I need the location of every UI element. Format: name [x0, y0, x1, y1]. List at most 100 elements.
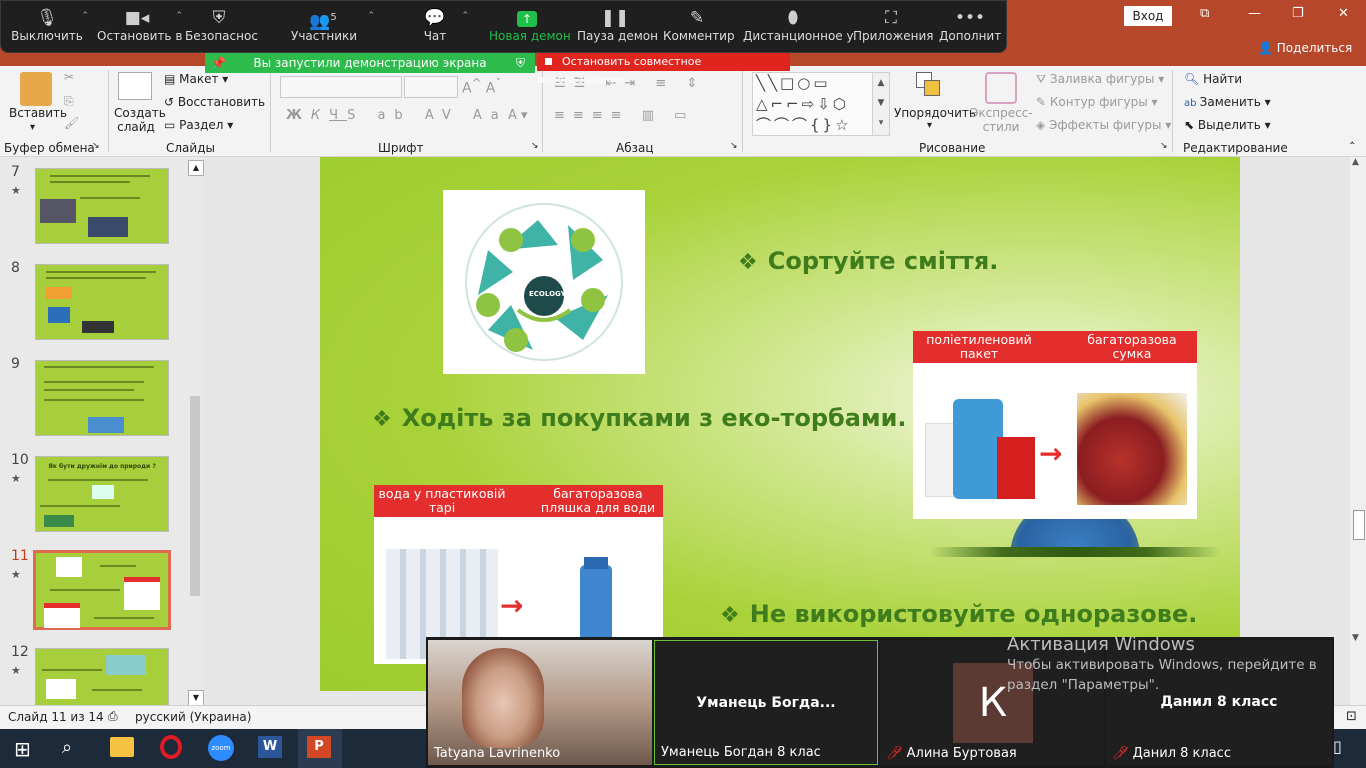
chevron-up-icon[interactable]: ⌃: [175, 11, 183, 21]
spellcheck-icon[interactable]: ⎙: [108, 709, 118, 724]
windows-start-icon[interactable]: ⊞: [14, 737, 31, 761]
font-grow-icon[interactable]: A^ Aˇ: [462, 76, 501, 97]
search-icon[interactable]: ⌕: [62, 737, 72, 758]
thumbnail-image: [106, 655, 146, 675]
scroll-down-icon[interactable]: ▼: [1352, 633, 1359, 643]
fit-to-window-icon[interactable]: ⊡: [1346, 709, 1357, 724]
shapes-gallery-scroll[interactable]: ▲ ▼ ▾: [872, 72, 890, 136]
cut-icon[interactable]: ✂: [64, 70, 74, 84]
stop-share-button[interactable]: Остановить совместное использование: [537, 53, 790, 86]
select-button[interactable]: ⬉ Выделить ▾: [1184, 118, 1271, 132]
scrollbar-thumb[interactable]: [190, 396, 200, 596]
microphone-icon: 🎙: [36, 8, 58, 28]
arrange-button[interactable]: Упорядочить: [894, 106, 976, 120]
font-family-select[interactable]: [280, 76, 402, 98]
security-button[interactable]: ⛨ Безопаснос: [185, 5, 258, 49]
slide-thumbnail-8[interactable]: [35, 264, 169, 340]
ribbon-display-icon[interactable]: ⧉: [1200, 6, 1209, 21]
find-button[interactable]: 🔍︎ Найти: [1184, 72, 1242, 86]
new-slide-button[interactable]: Создать слайд: [114, 106, 166, 134]
paste-button[interactable]: Вставить: [9, 106, 67, 120]
font-size-select[interactable]: [404, 76, 458, 98]
slide-canvas[interactable]: ECOLOGY ❖ Сортуйте сміття. ❖ Ходіть за пок…: [320, 157, 1240, 691]
chevron-up-icon[interactable]: ⌃: [461, 11, 469, 21]
annotate-button[interactable]: ✎ Комментир: [663, 5, 735, 49]
chevron-down-icon[interactable]: ▾: [30, 122, 35, 133]
font-color-icon[interactable]: A ▾: [508, 108, 528, 123]
chevron-up-icon[interactable]: ⌃: [367, 11, 375, 21]
dialog-launcher-icon[interactable]: ↘: [1160, 141, 1168, 151]
slide-thumbnail-12[interactable]: [35, 648, 169, 705]
chevron-up-icon[interactable]: ⌃: [81, 11, 89, 21]
thumbnail-scrollbar[interactable]: ▲ ▼: [188, 160, 204, 706]
opera-icon[interactable]: [160, 735, 182, 759]
close-icon[interactable]: ✕: [1338, 6, 1349, 21]
zoom-app-icon[interactable]: zoom: [208, 735, 234, 761]
video-tile-tatyana[interactable]: Tatyana Lavrinenko: [428, 640, 652, 765]
align-buttons[interactable]: ≡≡≡≡ ▥ ▭: [554, 108, 694, 123]
scrollbar-thumb[interactable]: [1353, 510, 1365, 540]
reusable-bag-photo: [1077, 393, 1187, 505]
reset-button[interactable]: ↺ Восстановить: [164, 95, 265, 109]
mute-label: Выключить: [11, 29, 83, 43]
restore-icon[interactable]: ❐: [1292, 6, 1304, 21]
login-button[interactable]: Вход: [1124, 6, 1172, 26]
diamond-bullet-icon: ❖: [372, 407, 392, 432]
pause-share-button[interactable]: ❚❚ Пауза демон: [577, 5, 658, 49]
dialog-launcher-icon[interactable]: ↘: [730, 141, 738, 151]
participants-icon: 👥5: [309, 11, 337, 32]
shapes-gallery[interactable]: ╲╲□○▭ △⌐⌐⇨⇩⬡ ⌒⌒⌒{}☆: [752, 72, 877, 136]
arrow-right-icon: →: [1039, 437, 1063, 470]
chevron-down-icon[interactable]: ▾: [927, 120, 932, 131]
section-button[interactable]: ▭ Раздел ▾: [164, 118, 233, 132]
new-slide-icon: [118, 72, 152, 100]
stop-video-button[interactable]: ■◂ Остановить в ⌃: [97, 5, 183, 49]
thumbnail-number: 7: [11, 164, 20, 180]
file-explorer-icon[interactable]: [110, 737, 134, 757]
ecology-logo-text: ECOLOGY: [529, 290, 566, 298]
pin-icon[interactable]: 📌: [211, 53, 226, 73]
scroll-up-icon[interactable]: ▲: [1352, 157, 1359, 167]
mute-button[interactable]: 🎙 Выключить ⌃: [11, 5, 89, 49]
slide-thumbnail-11[interactable]: [33, 550, 171, 630]
ribbon-divider: [108, 70, 109, 152]
format-painter-icon[interactable]: 🖌: [64, 116, 79, 130]
language-indicator[interactable]: русский (Украина): [135, 710, 251, 724]
shape-effects-label: Эффекты фигуры: [1049, 118, 1162, 132]
apps-button[interactable]: ⛶ Приложения: [853, 5, 934, 49]
slide-thumbnail-10[interactable]: Як бути дружнім до природи ?: [35, 456, 169, 532]
minimize-icon[interactable]: —: [1248, 6, 1261, 21]
thumbnail-number: 11: [11, 548, 29, 564]
scroll-up-icon[interactable]: ▲: [188, 160, 204, 176]
dialog-launcher-icon[interactable]: ↘: [531, 141, 539, 151]
replace-button[interactable]: ab Заменить ▾: [1184, 95, 1271, 109]
shape-outline-button[interactable]: ✎ Контур фигуры ▾: [1036, 95, 1158, 109]
dialog-launcher-icon[interactable]: ↘: [92, 141, 100, 151]
effects-icon: ◈: [1036, 118, 1050, 132]
shape-fill-button[interactable]: ⛛ Заливка фигуры ▾: [1036, 72, 1164, 87]
pause-label: Пауза демон: [577, 29, 658, 43]
remote-control-button[interactable]: ⬮ Дистанционное у: [743, 5, 854, 49]
collapse-ribbon-icon[interactable]: ⌃: [1348, 141, 1356, 152]
scroll-down-icon[interactable]: ▼: [188, 690, 204, 706]
slide-scrollbar[interactable]: ▲ ▼: [1350, 157, 1366, 705]
copy-icon[interactable]: ⎘: [64, 94, 74, 109]
new-share-button[interactable]: ↑ Новая демон: [489, 5, 571, 49]
word-icon[interactable]: W: [258, 736, 282, 758]
layout-button[interactable]: ▤ Макет ▾: [164, 72, 228, 86]
slide-thumbnail-7[interactable]: [35, 168, 169, 244]
shape-effects-button[interactable]: ◈ Эффекты фигуры ▾: [1036, 118, 1171, 132]
more-button[interactable]: ••• Дополнит: [939, 5, 1001, 49]
quick-styles-button[interactable]: Экспресс-стили: [970, 106, 1033, 134]
participants-button[interactable]: 👥5 Участники ⌃: [291, 5, 375, 49]
thumbnail-number: 10: [11, 452, 29, 468]
notification-icon[interactable]: ▯: [1333, 737, 1342, 756]
share-button[interactable]: 👤 Поделиться: [1258, 41, 1352, 55]
new-share-label: Новая демон: [489, 29, 571, 43]
font-format-buttons[interactable]: ЖКЧS ab AV Aa: [286, 108, 508, 123]
participant-face: [462, 648, 544, 748]
thumbnail-title: Як бути дружнім до природи ?: [48, 463, 156, 470]
slide-thumbnail-9[interactable]: [35, 360, 169, 436]
chat-button[interactable]: 💬 Чат ⌃: [415, 5, 469, 49]
video-tile-umanets[interactable]: Уманець Богда... Уманець Богдан 8 клас: [654, 640, 878, 765]
